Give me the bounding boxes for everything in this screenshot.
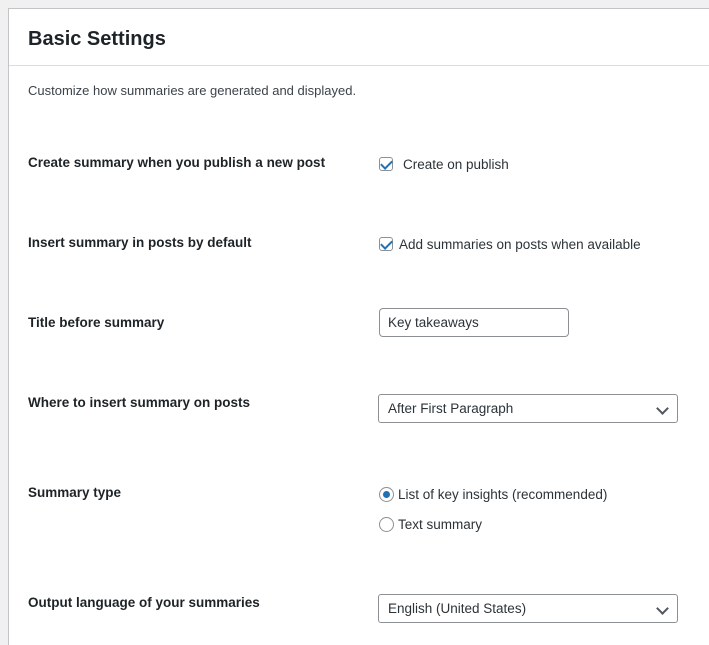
text-summary-label[interactable]: Text summary — [398, 517, 482, 532]
publish-setting-label: Create summary when you publish a new po… — [28, 155, 326, 170]
add-summaries-label[interactable]: Add summaries on posts when available — [399, 237, 641, 252]
insert-position-value: After First Paragraph — [388, 401, 514, 416]
insert-setting-label: Insert summary in posts by default — [28, 235, 252, 250]
add-summaries-checkbox[interactable] — [379, 237, 393, 251]
panel-title: Basic Settings — [28, 28, 166, 50]
summary-type-label: Summary type — [28, 485, 122, 500]
insert-position-select[interactable]: After First Paragraph — [378, 394, 678, 423]
panel-description: Customize how summaries are generated an… — [28, 83, 357, 98]
create-on-publish-checkbox[interactable] — [379, 157, 393, 171]
output-language-select[interactable]: English (United States) — [378, 594, 678, 623]
chevron-down-icon — [656, 602, 669, 615]
key-insights-radio[interactable] — [379, 487, 394, 502]
language-setting-label: Output language of your summaries — [28, 595, 260, 610]
output-language-value: English (United States) — [388, 601, 527, 616]
text-summary-radio[interactable] — [379, 517, 394, 532]
summary-title-input[interactable]: Key takeaways — [379, 308, 569, 337]
key-insights-label[interactable]: List of key insights (recommended) — [398, 487, 607, 502]
title-setting-label: Title before summary — [28, 315, 165, 330]
basic-settings-panel: Basic Settings Customize how summaries a… — [8, 8, 709, 645]
create-on-publish-label[interactable]: Create on publish — [403, 157, 509, 172]
position-setting-label: Where to insert summary on posts — [28, 395, 251, 410]
chevron-down-icon — [656, 402, 669, 415]
panel-header: Basic Settings — [9, 9, 709, 66]
